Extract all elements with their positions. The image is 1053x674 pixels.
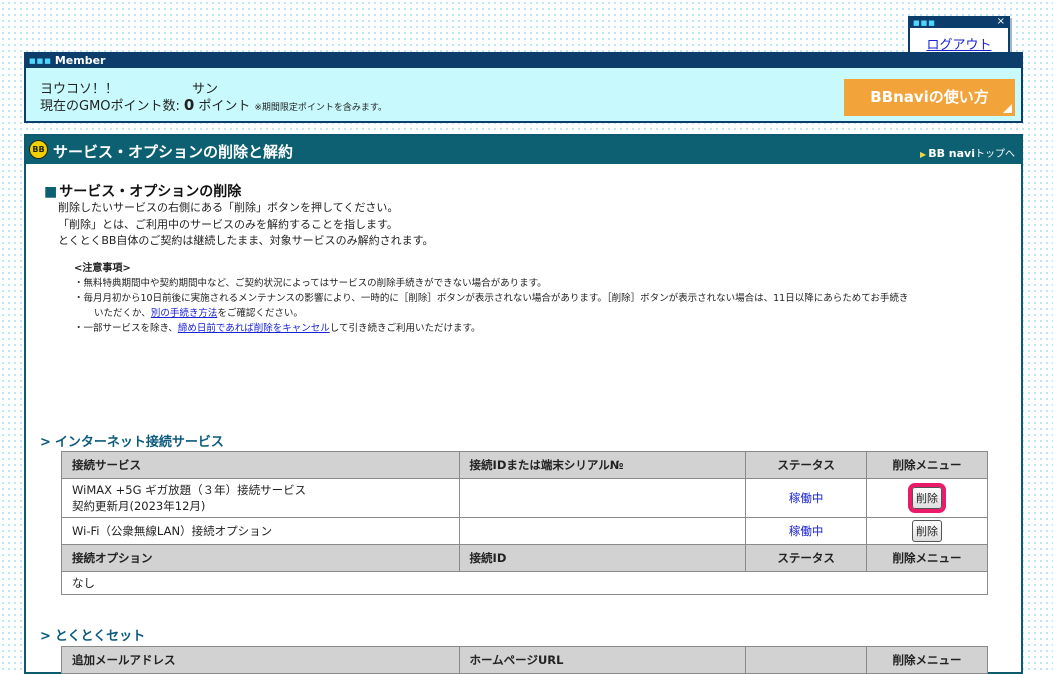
member-panel: ■■■ Member ヨウコソ！！ サン 現在のGMOポイント数: 0 ポイント ※期間… (24, 52, 1023, 123)
service-name-cell: WiMAX +5G ギガ放題（３年）接続サービス 契約更新月(2023年12月) (61, 478, 460, 518)
delete-button[interactable]: 削除 (908, 483, 947, 513)
delete-menu-cell: 削除 (866, 478, 988, 518)
column-header: ホームページURL (458, 646, 747, 674)
intro-text: 削除したいサービスの右側にある「削除」ボタンを押してください。 「削除」とは、ご… (58, 200, 434, 250)
cancel-deletion-link[interactable]: 締め日前であれば削除をキャンセル (178, 323, 330, 334)
howto-button[interactable]: BBnaviの使い方 (844, 79, 1015, 116)
intro-line: とくとくBB自体のご契約は継続したまま、対象サービスのみ解約されます。 (58, 234, 434, 247)
corner-arrow-icon (1003, 104, 1012, 113)
table-header-row: 接続オプション 接続ID ステータス 削除メニュー (61, 544, 988, 572)
howto-button-label: BBnaviの使い方 (870, 88, 989, 106)
status-text: 稼働中 (788, 491, 824, 505)
status-text: 稼働中 (788, 524, 824, 538)
note-text: いただくか、 (94, 308, 151, 319)
close-icon[interactable]: × (997, 17, 1005, 27)
column-header: 接続ID (458, 544, 747, 572)
connection-id-cell (458, 478, 747, 518)
column-header: 接続IDまたは端末シリアル№ (458, 451, 747, 479)
internet-section-title-text: インターネット接続サービス (54, 435, 224, 450)
tokutoku-section-title: > とくとくセット (40, 625, 145, 644)
table-row: Wi-Fi（公衆無線LAN）接続オプション 稼働中 削除 (61, 517, 988, 545)
bb-logo-icon: BB (29, 140, 48, 159)
column-header: 削除メニュー (866, 451, 988, 479)
delete-button[interactable]: 削除 (912, 520, 943, 542)
column-header: 接続オプション (61, 544, 460, 572)
top-link-suffix: トップへ (975, 149, 1015, 160)
note-text: ・一部サービスを除き、 (74, 323, 178, 334)
tokutoku-section-title-text: とくとくセット (54, 629, 146, 644)
table-row: WiMAX +5G ギガ放題（３年）接続サービス 契約更新月(2023年12月)… (61, 478, 988, 518)
table-row: なし (61, 571, 988, 595)
note-text: して引き続きご利用いただけます。 (329, 323, 481, 334)
column-header: 削除メニュー (866, 544, 988, 572)
top-link-prefix: BB navi (928, 147, 975, 160)
page-title: サービス・オプションの削除と解約 (53, 143, 294, 161)
column-header: 接続サービス (61, 451, 460, 479)
note-text: ・毎月月初から10日前後に実施されるメンテナンスの影響により、一時的に［削除］ボ… (74, 293, 909, 304)
column-header: 追加メールアドレス (61, 646, 460, 674)
table-header-row: 追加メールアドレス ホームページURL 削除メニュー (61, 646, 988, 674)
internet-service-table: 接続サービス 接続IDまたは端末シリアル№ ステータス 削除メニュー WiMAX… (61, 451, 988, 595)
points-line: 現在のGMOポイント数: 0 ポイント ※期間限定ポイントを含みます。 (40, 95, 387, 114)
delete-menu-cell: 削除 (866, 517, 988, 545)
status-cell: 稼働中 (745, 478, 868, 518)
renewal-month: 契約更新月(2023年12月) (72, 499, 206, 513)
points-unit: ポイント (198, 99, 251, 114)
chevron-right-icon: > (40, 435, 51, 450)
service-name: Wi-Fi（公衆無線LAN）接続オプション (61, 517, 460, 545)
note-item: ・一部サービスを除き、締め日前であれば削除をキャンセルして引き続きご利用いただけ… (74, 321, 908, 336)
status-cell: 稼働中 (745, 517, 868, 545)
notes-block: <注意事項> ・無料特典期間中や契約期間中など、ご契約状況によってはサービスの削… (74, 261, 908, 336)
points-value: 0 (183, 96, 195, 114)
section-title: ■ サービス・オプションの削除 (44, 181, 241, 201)
logout-popup-titlebar: ■■■ × (910, 17, 1008, 28)
internet-section-title: > インターネット接続サービス (40, 431, 224, 450)
column-header (745, 646, 868, 674)
member-panel-header: ■■■ Member (26, 54, 1021, 68)
intro-line: 「削除」とは、ご利用中のサービスのみを解約することを指します。 (58, 217, 398, 231)
note-text: をご確認ください。 (217, 308, 303, 319)
main-panel: BB サービス・オプションの削除と解約 ▶ BB naviトップへ ■ サービス・オ… (24, 134, 1023, 674)
triangle-right-icon: ▶ (920, 150, 927, 159)
table-header-row: 接続サービス 接続IDまたは端末シリアル№ ステータス 削除メニュー (61, 451, 988, 479)
notes-heading: <注意事項> (74, 263, 131, 274)
logout-link[interactable]: ログアウト (910, 34, 1008, 53)
other-procedure-link[interactable]: 別の手続き方法 (151, 308, 218, 319)
note-item: ・無料特典期間中や契約期間中など、ご契約状況によってはサービスの削除手続きができ… (74, 278, 547, 289)
window-dots-icon: ■■■ (913, 19, 936, 27)
column-header: ステータス (745, 544, 868, 572)
points-note: ※期間限定ポイントを含みます。 (254, 103, 388, 113)
points-label: 現在のGMOポイント数: (40, 99, 180, 114)
connection-id-cell (458, 517, 747, 545)
intro-line: 削除したいサービスの右側にある「削除」ボタンを押してください。 (58, 201, 399, 214)
section-title-text: サービス・オプションの削除 (59, 184, 242, 200)
member-header-label: Member (54, 54, 106, 67)
note-item: ・毎月月初から10日前後に実施されるメンテナンスの影響により、一時的に［削除］ボ… (74, 291, 908, 321)
chevron-right-icon: > (40, 629, 51, 644)
tokutoku-table: 追加メールアドレス ホームページURL 削除メニュー (61, 646, 988, 674)
window-dots-icon: ■■■ (29, 57, 52, 65)
column-header: 削除メニュー (866, 646, 988, 674)
main-panel-header: BB サービス・オプションの削除と解約 ▶ BB naviトップへ (26, 136, 1021, 164)
empty-row-text: なし (61, 571, 988, 595)
column-header: ステータス (745, 451, 868, 479)
bbnavi-top-link[interactable]: ▶ BB naviトップへ (920, 145, 1015, 160)
square-bullet-icon: ■ (44, 184, 58, 200)
service-name: WiMAX +5G ギガ放題（３年）接続サービス (72, 483, 307, 497)
